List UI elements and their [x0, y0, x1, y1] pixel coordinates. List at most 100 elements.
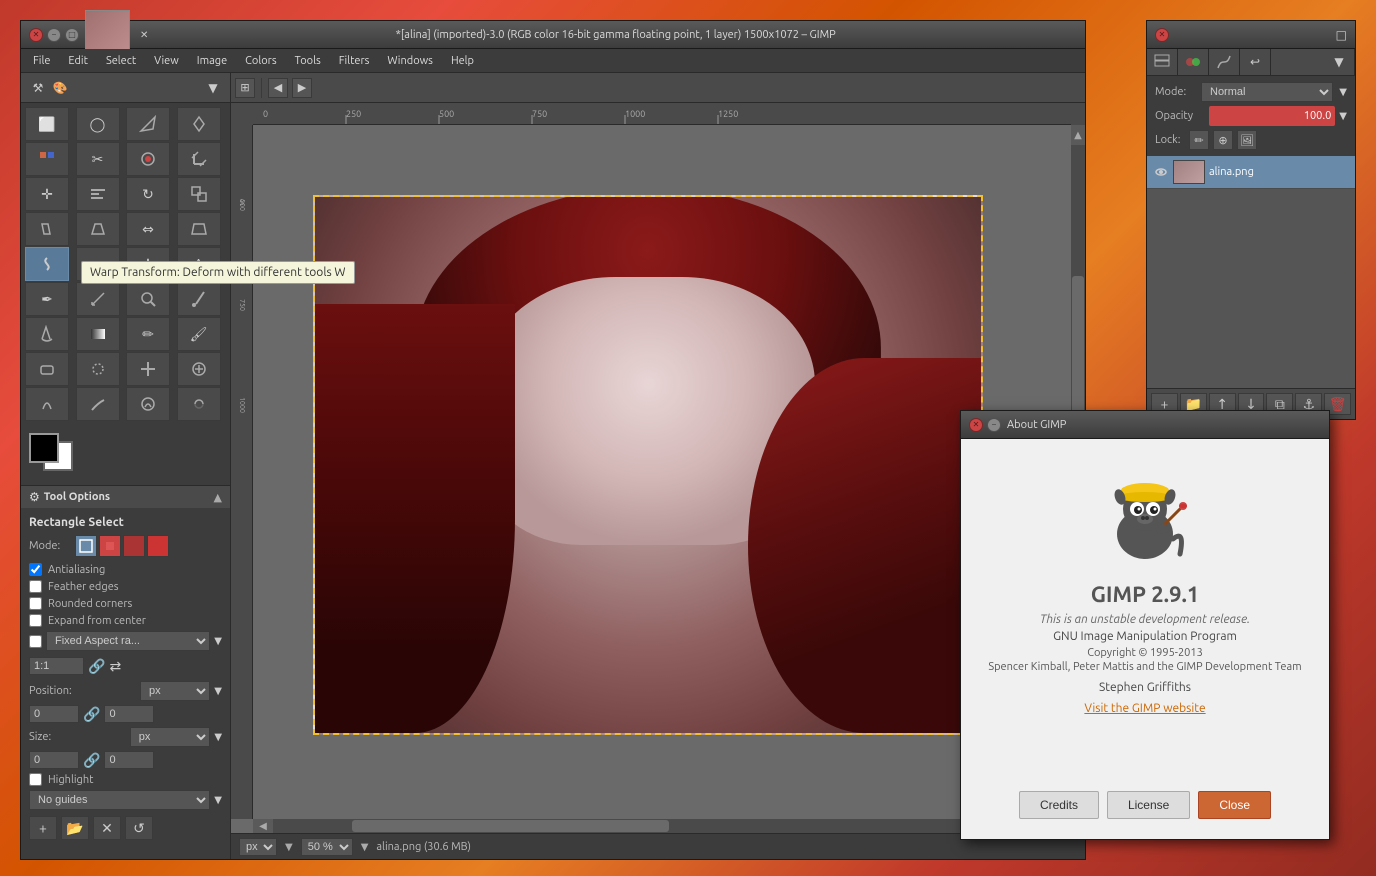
smudge-button[interactable]	[76, 387, 120, 421]
menu-help[interactable]: Help	[443, 53, 482, 69]
menu-file[interactable]: File	[25, 53, 58, 69]
lock-position-button[interactable]: ⊕	[1213, 130, 1233, 150]
select-by-color-button[interactable]	[25, 142, 69, 176]
status-unit-select[interactable]: px	[239, 838, 277, 856]
foreground-color-swatch[interactable]	[29, 433, 59, 463]
ratio-input[interactable]	[29, 657, 84, 675]
free-select-button[interactable]	[126, 107, 170, 141]
tool-options-scroll[interactable]: ▲	[214, 491, 222, 504]
mode-select[interactable]: Normal	[1201, 82, 1333, 102]
tool-preset-restore-button[interactable]: ↺	[125, 816, 153, 840]
license-button[interactable]: License	[1107, 791, 1190, 819]
rectangle-select-button[interactable]: ⬜	[25, 107, 69, 141]
fixed-aspect-select[interactable]: Fixed Aspect ra...	[46, 631, 210, 651]
tab-channels[interactable]	[1178, 49, 1209, 75]
tool-preset-open-button[interactable]: 📂	[61, 816, 89, 840]
tab-paths[interactable]	[1209, 49, 1240, 75]
tab-layers[interactable]	[1147, 49, 1178, 75]
mode-select-arrow[interactable]: ▼	[1339, 86, 1347, 98]
fixed-aspect-checkbox[interactable]	[29, 635, 42, 648]
canvas-viewport[interactable]	[253, 125, 1071, 819]
opacity-step-down[interactable]: ▼	[1339, 110, 1347, 122]
fuzzy-select-button[interactable]	[177, 107, 221, 141]
maximize-window-button[interactable]: □	[65, 28, 79, 42]
mode-intersect-button[interactable]	[147, 535, 169, 557]
foreground-select-button[interactable]	[126, 142, 170, 176]
window-close-icon[interactable]: ✕	[140, 29, 148, 41]
menu-select[interactable]: Select	[98, 53, 144, 69]
close-window-button[interactable]: ✕	[29, 28, 43, 42]
fg-bg-icon[interactable]: 🎨	[51, 79, 69, 97]
status-unit-arrow[interactable]: ▼	[285, 841, 293, 853]
blend-button[interactable]	[76, 317, 120, 351]
rounded-corners-label[interactable]: Rounded corners	[48, 598, 132, 610]
fixed-aspect-arrow[interactable]: ▼	[214, 635, 222, 647]
credits-button[interactable]: Credits	[1019, 791, 1099, 819]
layer-visibility-button[interactable]	[1153, 164, 1169, 180]
mode-add-button[interactable]	[99, 535, 121, 557]
nav-zoom-fit-icon[interactable]: ⊞	[235, 78, 255, 98]
right-panel-close-button[interactable]: ✕	[1155, 28, 1169, 42]
guides-select[interactable]: No guides	[29, 790, 210, 810]
rotate-button[interactable]: ↻	[126, 177, 170, 211]
menu-tools[interactable]: Tools	[287, 53, 329, 69]
nav-right-arrow[interactable]: ▶	[292, 78, 312, 98]
eraser-button[interactable]	[25, 352, 69, 386]
ellipse-select-button[interactable]: ◯	[76, 107, 120, 141]
clone-button[interactable]	[126, 352, 170, 386]
antialiasing-checkbox[interactable]	[29, 563, 42, 576]
lock-pixels-button[interactable]: ✏	[1189, 130, 1209, 150]
menu-edit[interactable]: Edit	[60, 53, 96, 69]
scrollbar-left-button[interactable]: ◀	[253, 819, 273, 833]
dodge-burn-button[interactable]	[25, 387, 69, 421]
ink-button[interactable]: ✒	[25, 282, 69, 316]
measure-button[interactable]	[76, 282, 120, 316]
position-unit-select[interactable]: px	[140, 681, 210, 701]
nav-left-arrow[interactable]: ◀	[268, 78, 288, 98]
scissors-button[interactable]: ✂	[76, 142, 120, 176]
size-h-input[interactable]	[104, 751, 154, 769]
tool-preset-delete-button[interactable]: ✕	[93, 816, 121, 840]
minimize-window-button[interactable]: –	[47, 28, 61, 42]
flip-button[interactable]: ⇔	[126, 212, 170, 246]
tab-undo-history[interactable]: ↩	[1240, 49, 1271, 75]
size-unit-arrow[interactable]: ▼	[214, 731, 222, 743]
guides-arrow[interactable]: ▼	[214, 794, 222, 806]
scrollbar-thumb-h[interactable]	[352, 820, 669, 832]
tool-preset-new-button[interactable]: +	[29, 816, 57, 840]
perspective-button[interactable]	[76, 212, 120, 246]
convolve-button[interactable]	[126, 387, 170, 421]
status-zoom-arrow[interactable]: ▼	[361, 841, 369, 853]
opacity-slider[interactable]: 100.0	[1209, 106, 1335, 126]
pencil-button[interactable]: ✏	[126, 317, 170, 351]
crop-button[interactable]	[177, 142, 221, 176]
rounded-corners-checkbox[interactable]	[29, 597, 42, 610]
feather-edges-checkbox[interactable]	[29, 580, 42, 593]
about-close-button[interactable]: ✕	[969, 418, 983, 432]
highlight-label[interactable]: Highlight	[48, 774, 93, 786]
shear-button[interactable]	[25, 212, 69, 246]
right-panel-maximize-icon[interactable]: □	[1336, 28, 1347, 42]
toolbox-scroll-icon[interactable]: ▼	[204, 79, 222, 97]
lock-alpha-button[interactable]: 🖼	[1237, 130, 1257, 150]
position-y-input[interactable]	[104, 705, 154, 723]
paintbrush-button[interactable]: 🖌	[177, 317, 221, 351]
about-close-dialog-button[interactable]: Close	[1198, 791, 1271, 819]
position-x-input[interactable]	[29, 705, 79, 723]
menu-windows[interactable]: Windows	[379, 53, 441, 69]
cage-button[interactable]	[177, 212, 221, 246]
bucket-fill-button[interactable]	[25, 317, 69, 351]
panel-menu-button[interactable]: ▼	[1324, 49, 1355, 75]
ratio-swap-icon[interactable]: ⇄	[109, 658, 121, 675]
toolbox-tab-icon[interactable]: ⚒	[29, 79, 47, 97]
mode-subtract-button[interactable]	[123, 535, 145, 557]
menu-view[interactable]: View	[146, 53, 187, 69]
position-unit-arrow[interactable]: ▼	[214, 685, 222, 697]
color-rotate-button[interactable]	[177, 387, 221, 421]
heal-button[interactable]	[177, 352, 221, 386]
size-unit-select[interactable]: px	[130, 727, 211, 747]
about-min-button[interactable]: –	[987, 418, 1001, 432]
airbrush-button[interactable]	[76, 352, 120, 386]
antialiasing-label[interactable]: Antialiasing	[48, 564, 105, 576]
scrollbar-up-button[interactable]: ▲	[1071, 125, 1085, 145]
